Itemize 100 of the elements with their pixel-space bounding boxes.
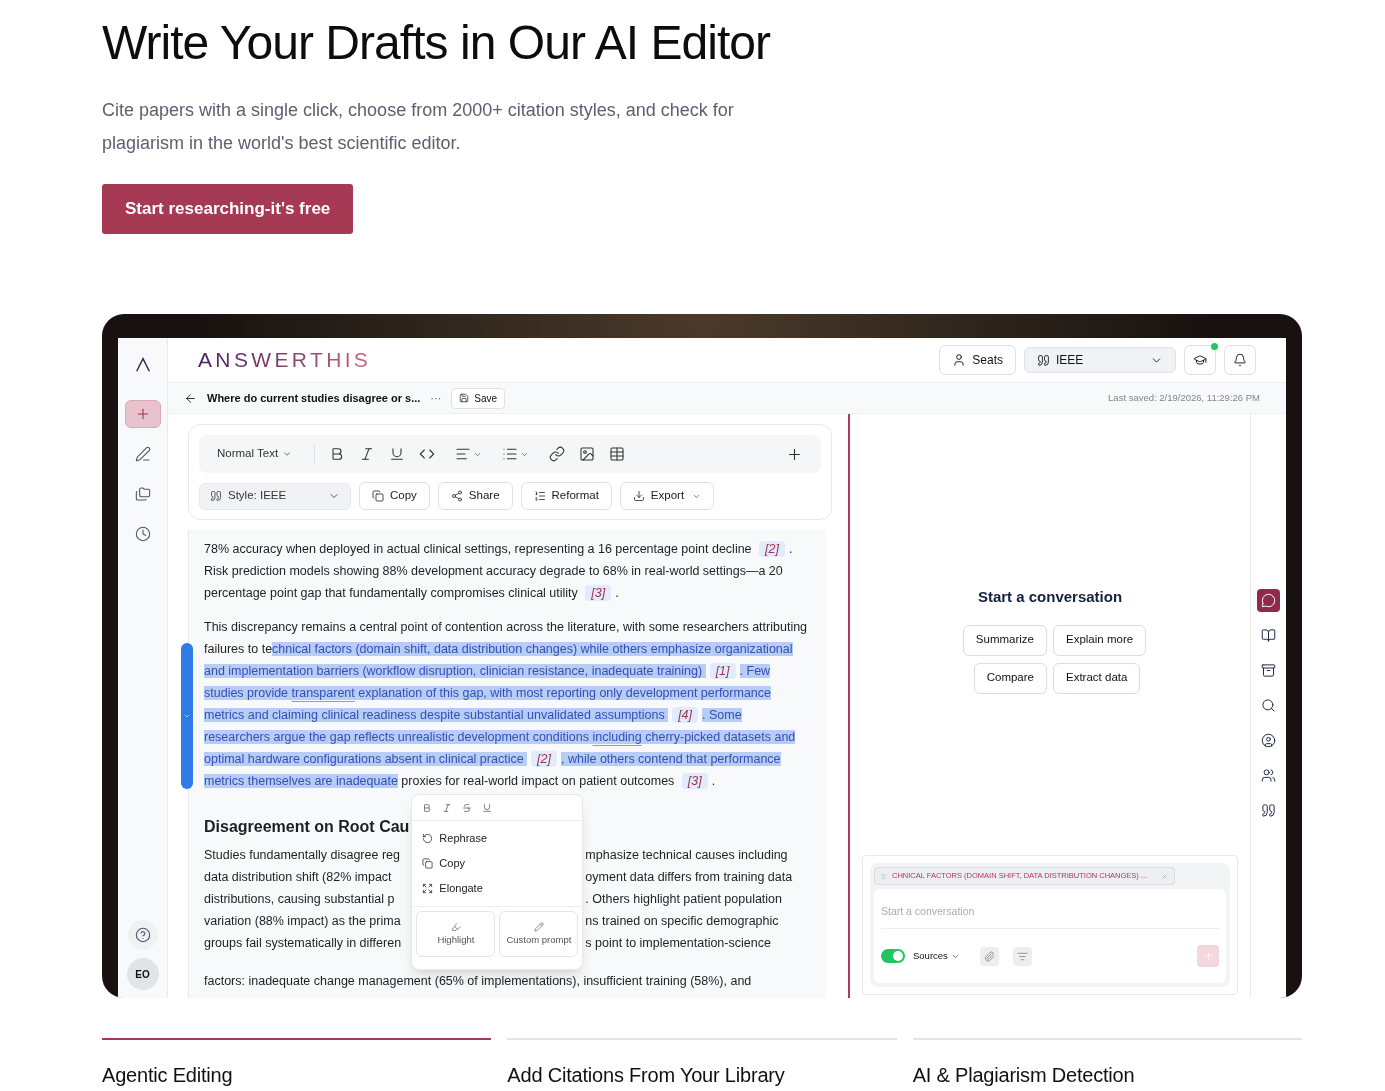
sources-dropdown[interactable]: Sources bbox=[913, 948, 960, 964]
rail-button[interactable] bbox=[1257, 589, 1280, 612]
highlighter-icon bbox=[450, 922, 461, 932]
citation-link[interactable]: [3] bbox=[681, 773, 708, 789]
sources-toggle[interactable] bbox=[881, 949, 905, 963]
align-button[interactable] bbox=[455, 446, 483, 462]
bell-icon bbox=[1233, 353, 1247, 367]
rotate-icon bbox=[422, 833, 434, 844]
italic-button[interactable] bbox=[442, 802, 453, 813]
save-button[interactable]: Save bbox=[451, 387, 506, 409]
list-button[interactable] bbox=[502, 446, 530, 462]
text-line: distributions, causing substantial p bbox=[204, 891, 396, 908]
underline-button[interactable] bbox=[389, 446, 406, 462]
list-icon bbox=[502, 446, 519, 462]
text-line: s point to implementation-science bbox=[585, 935, 772, 952]
help-button[interactable] bbox=[127, 920, 158, 950]
suggestion-chip[interactable]: Extract data bbox=[1053, 662, 1141, 694]
text-line: mphasize technical causes including bbox=[585, 847, 789, 864]
book-icon bbox=[1261, 628, 1276, 643]
citation-link[interactable]: [2] bbox=[759, 541, 785, 557]
help-icon bbox=[134, 927, 151, 943]
text-line: variation (88% impact) as the prima bbox=[204, 913, 402, 930]
save-icon bbox=[459, 393, 470, 403]
citation-style-select[interactable]: IEEE bbox=[1024, 347, 1176, 373]
back-arrow-icon bbox=[184, 391, 197, 405]
link-button[interactable] bbox=[549, 446, 566, 462]
citation-link[interactable]: [3] bbox=[585, 585, 612, 601]
underlined-word: transparent bbox=[291, 686, 355, 700]
feature-tab[interactable]: Agentic Editing bbox=[102, 1038, 492, 1089]
toolbar-action-button[interactable]: Copy bbox=[359, 482, 430, 510]
paperclip-icon bbox=[983, 950, 995, 962]
academy-button[interactable] bbox=[1184, 345, 1216, 375]
align-left-icon bbox=[455, 446, 472, 462]
search-icon bbox=[1261, 698, 1276, 713]
citation-link[interactable]: [2] bbox=[531, 751, 557, 767]
more-button[interactable]: ··· bbox=[430, 389, 442, 407]
hero-subtitle: Cite papers with a single click, choose from 2000+ citation styles, and check for plagiarism in the world's best scientific editor. bbox=[102, 99, 735, 155]
new-button[interactable] bbox=[124, 400, 161, 428]
pencil-icon bbox=[533, 922, 544, 932]
strikethrough-button[interactable] bbox=[462, 802, 473, 813]
quote-icon bbox=[1261, 803, 1276, 818]
scissors-icon bbox=[881, 872, 888, 880]
section-heading: Disagreement on Root Cau bbox=[204, 817, 410, 837]
archive-icon bbox=[1261, 663, 1276, 678]
notifications-button[interactable] bbox=[1224, 345, 1256, 375]
toolbar-action-button[interactable]: Export bbox=[619, 482, 715, 510]
chat-input-field[interactable]: Start a conversation Sources bbox=[874, 889, 1226, 983]
users-icon bbox=[1261, 768, 1276, 783]
feature-tab[interactable]: AI & Plagiarism Detection bbox=[912, 1038, 1302, 1089]
hero-title: Write Your Drafts in Our AI Editor bbox=[102, 15, 772, 71]
image-button[interactable] bbox=[579, 446, 596, 462]
text-line: ns trained on specific demographic bbox=[585, 913, 780, 930]
cta-button[interactable]: Start researching-it's free bbox=[102, 184, 354, 234]
text-line: groups fail systematically in differen bbox=[204, 935, 403, 952]
paragraph: This discrepancy remains a central point of contention across the literature, with some researchers attributing failures to technical factors (domain shift, data distribution changes) while others emphasize organizational and implementation barriers (workflow disruption, clinician resistance, inadequate training) [1] . Few studies provide transparent explanation of this gap, with most reporting only development performance metrics and claiming clinical readiness despite substantial unvalidated assumptions [4] . Some researchers argue the gap reflects unrealistic development conditions including cherry-picked datasets and optimal hardware configurations absent in clinical practice [2] , while others contend that performance metrics themselves are inadequate proxies for real-world impact on patient outcomes [3] . bbox=[204, 619, 809, 791]
code-icon bbox=[419, 446, 436, 462]
quote-icon bbox=[1037, 353, 1050, 367]
graduation-cap-icon bbox=[1193, 353, 1207, 367]
underline-icon bbox=[482, 802, 493, 813]
download-icon bbox=[632, 490, 645, 502]
copy-icon bbox=[422, 858, 434, 869]
toolbar-action-button[interactable]: Share bbox=[437, 482, 513, 510]
arrow-up-icon bbox=[1202, 950, 1214, 962]
suggestion-chip[interactable]: Summarize bbox=[962, 624, 1047, 656]
chevron-down-icon bbox=[183, 712, 191, 720]
popover-menu-item[interactable]: Copy bbox=[412, 851, 583, 876]
table-button[interactable] bbox=[609, 446, 626, 462]
italic-icon bbox=[442, 802, 453, 813]
underline-button[interactable] bbox=[482, 802, 493, 813]
suggestion-chip[interactable]: Compare bbox=[973, 662, 1047, 694]
feature-tab[interactable]: Add Citations From Your Library bbox=[507, 1038, 897, 1089]
seats-button[interactable]: Seats bbox=[939, 345, 1016, 375]
suggestion-chip[interactable]: Explain more bbox=[1053, 624, 1147, 656]
back-button[interactable] bbox=[184, 391, 197, 405]
link-icon bbox=[549, 446, 566, 462]
quote-icon bbox=[210, 490, 222, 502]
bold-icon bbox=[422, 802, 433, 813]
list-icon bbox=[533, 490, 546, 502]
avatar[interactable]: EO bbox=[126, 958, 159, 990]
expand-icon bbox=[422, 883, 434, 894]
text-style-dropdown[interactable]: Normal Text bbox=[217, 445, 293, 463]
popover-action-button[interactable]: Custom prompt bbox=[499, 911, 579, 957]
close-icon bbox=[1161, 872, 1169, 880]
popover-menu-item[interactable]: Rephrase bbox=[412, 826, 583, 851]
code-button[interactable] bbox=[419, 446, 436, 462]
text-line: data distribution shift (82% impact bbox=[204, 869, 393, 886]
chat-input[interactable]: Start a conversation bbox=[881, 893, 1219, 929]
toolbar-action-button[interactable]: Reformat bbox=[520, 482, 612, 510]
selection-handle[interactable] bbox=[181, 643, 193, 789]
user-icon bbox=[952, 353, 967, 367]
style-select[interactable]: Style: IEEE bbox=[199, 482, 351, 510]
chevron-down-icon bbox=[282, 449, 293, 459]
user-circle-icon bbox=[1261, 733, 1276, 748]
underlined-word: including bbox=[592, 730, 642, 744]
clock-icon bbox=[134, 526, 151, 542]
popover-action-button[interactable]: Highlight bbox=[416, 911, 496, 957]
citation-link[interactable]: [4] bbox=[672, 707, 699, 723]
paragraph: 78% accuracy when deployed in actual clinical settings, representing a 16 percentage point decline [2] . Risk prediction models showing 88% development accuracy degrade to 68% in real-world settings—a 20 percentage point gap that fundamentally compromises clinical utility [3] . bbox=[204, 540, 794, 603]
popover-menu-item[interactable]: Elongate bbox=[412, 876, 583, 901]
citation-link[interactable]: [1] bbox=[709, 663, 736, 679]
